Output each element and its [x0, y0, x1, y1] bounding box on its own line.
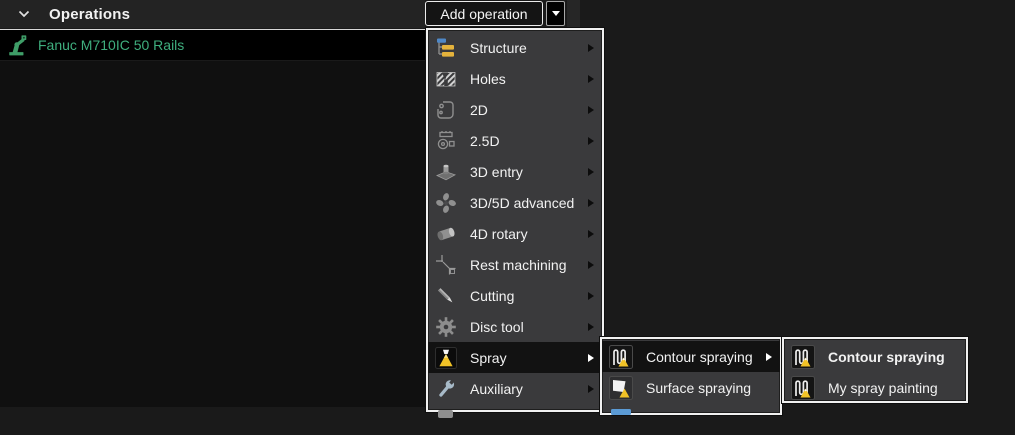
contour-spraying-icon: [791, 345, 815, 369]
4d-rotary-icon: [435, 223, 457, 245]
submenu-item-label: Surface spraying: [646, 380, 772, 396]
contour-spraying-icon: [791, 376, 815, 400]
menu-item-label: 2D: [470, 102, 588, 118]
tree-row-fanuc[interactable]: Fanuc M710IC 50 Rails: [0, 29, 425, 60]
contour-spraying-icon: [609, 345, 633, 369]
add-operation-label: Add operation: [440, 6, 527, 22]
partial-icon: [609, 409, 633, 433]
dropdown-arrow-icon: [552, 11, 560, 16]
menu-item-label: Structure: [470, 40, 588, 56]
submenu-item-contour-spraying-default[interactable]: Contour spraying: [784, 341, 966, 372]
submenu-item-surface-spraying[interactable]: Surface spraying: [602, 372, 780, 403]
submenu-arrow-icon: [766, 353, 772, 361]
menu-item-cutting[interactable]: Cutting: [428, 280, 602, 311]
menu-item-label: Rest machining: [470, 257, 588, 273]
menu-item-3d-entry[interactable]: 3D entry: [428, 156, 602, 187]
submenu-item-label: Contour spraying: [646, 349, 766, 365]
add-operation-dropdown-button[interactable]: [546, 1, 565, 26]
menu-item-label: Cutting: [470, 288, 588, 304]
wrench-icon: [435, 378, 457, 400]
submenu-item-my-spray-painting[interactable]: My spray painting: [784, 372, 966, 403]
menu-item-rest-machining[interactable]: Rest machining: [428, 249, 602, 280]
menu-item-label: Spray: [470, 350, 588, 366]
robot-arm-icon: [6, 33, 30, 57]
menu-item-2d[interactable]: 2D: [428, 94, 602, 125]
operations-panel-header: Operations: [0, 0, 425, 28]
submenu-arrow-icon: [588, 354, 594, 362]
submenu-arrow-icon: [588, 261, 594, 269]
disc-tool-icon: [435, 316, 457, 338]
cutting-icon: [435, 285, 457, 307]
holes-icon: [435, 68, 457, 90]
submenu-arrow-icon: [588, 44, 594, 52]
menu-item-label: 2.5D: [470, 133, 588, 149]
menu-item-label: Disc tool: [470, 319, 588, 335]
submenu-item-partial[interactable]: [602, 403, 780, 434]
submenu-arrow-icon: [588, 199, 594, 207]
menu-item-label: Holes: [470, 71, 588, 87]
3d-5d-advanced-icon: [435, 192, 457, 214]
submenu-arrow-icon: [588, 292, 594, 300]
3d-entry-icon: [435, 161, 457, 183]
menu-item-3d-5d-advanced[interactable]: 3D/5D advanced: [428, 187, 602, 218]
menu-item-2-5d[interactable]: 2.5D: [428, 125, 602, 156]
partial-icon: [435, 410, 457, 432]
surface-spraying-icon: [609, 376, 633, 400]
panel-divider: [567, 0, 580, 28]
menu-item-label: 3D/5D advanced: [470, 195, 588, 211]
operations-tree-panel: [0, 61, 425, 407]
submenu-arrow-icon: [588, 75, 594, 83]
spray-submenu: Contour spraying Surface spraying: [600, 337, 782, 415]
menu-item-partial[interactable]: [428, 404, 602, 435]
menu-item-label: Auxiliary: [470, 381, 588, 397]
add-operation-menu: Structure Holes 2D: [426, 28, 604, 412]
submenu-item-label: Contour spraying: [828, 349, 958, 365]
menu-item-disc-tool[interactable]: Disc tool: [428, 311, 602, 342]
menu-item-label: 4D rotary: [470, 226, 588, 242]
submenu-arrow-icon: [588, 323, 594, 331]
submenu-arrow-icon: [588, 230, 594, 238]
menu-item-holes[interactable]: Holes: [428, 63, 602, 94]
add-operation-button[interactable]: Add operation: [425, 1, 543, 26]
contour-spraying-submenu: Contour spraying My spray painting: [782, 337, 968, 403]
submenu-arrow-icon: [588, 168, 594, 176]
menu-item-auxiliary[interactable]: Auxiliary: [428, 373, 602, 404]
menu-item-structure[interactable]: Structure: [428, 32, 602, 63]
menu-item-4d-rotary[interactable]: 4D rotary: [428, 218, 602, 249]
menu-item-spray[interactable]: Spray: [428, 342, 602, 373]
submenu-arrow-icon: [588, 106, 594, 114]
submenu-arrow-icon: [588, 137, 594, 145]
2d-icon: [435, 99, 457, 121]
rest-machining-icon: [435, 254, 457, 276]
tree-row-label: Fanuc M710IC 50 Rails: [38, 37, 184, 53]
2-5d-icon: [435, 130, 457, 152]
submenu-item-label: My spray painting: [828, 380, 958, 396]
menu-item-label: 3D entry: [470, 164, 588, 180]
spray-icon: [435, 347, 457, 369]
structure-icon: [435, 37, 457, 59]
panel-title: Operations: [49, 6, 130, 23]
submenu-arrow-icon: [588, 385, 594, 393]
submenu-item-contour-spraying[interactable]: Contour spraying: [602, 341, 780, 372]
chevron-down-icon[interactable]: [16, 6, 32, 22]
